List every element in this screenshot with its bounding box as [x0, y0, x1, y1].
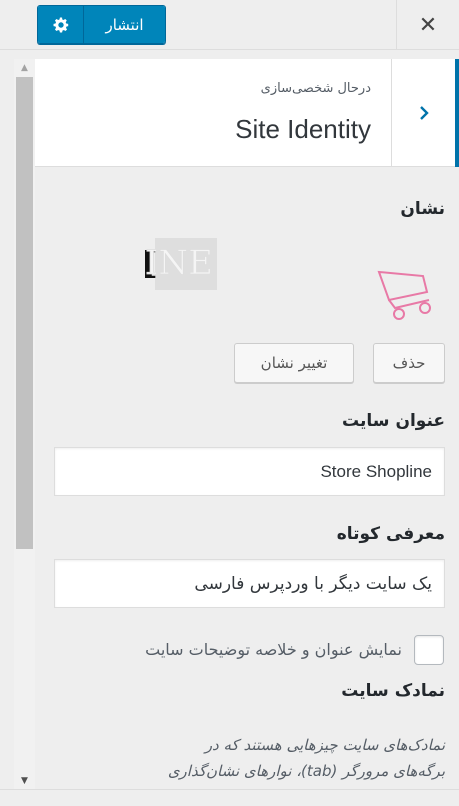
logo-text-opline: OPLINE — [145, 243, 213, 283]
close-icon[interactable]: ✕ — [396, 0, 459, 50]
customizer-panel: ✕ انتشار ▲ ▼ درحال شخصی‌سازی Site Identi… — [0, 0, 459, 806]
change-logo-button[interactable]: تغییر نشان — [234, 343, 354, 383]
logo-label: نشان — [400, 199, 445, 219]
display-header-checkbox[interactable] — [414, 635, 444, 665]
customizer-header: ✕ انتشار — [0, 0, 459, 50]
cart-icon — [377, 270, 431, 320]
publish-button-group: انتشار — [37, 5, 166, 44]
publish-button[interactable]: انتشار — [83, 6, 165, 43]
site-logo-image[interactable]: SH OPLINE — [71, 228, 441, 332]
tagline-value: یک سایت دیگر با وردپرس فارسی — [194, 573, 432, 594]
scrollbar-thumb[interactable] — [16, 77, 33, 549]
tagline-input[interactable]: یک سایت دیگر با وردپرس فارسی — [54, 559, 445, 608]
back-button[interactable] — [391, 59, 459, 167]
tagline-label: معرفی کوتاه — [336, 524, 445, 544]
site-title-value: Store Shopline — [320, 461, 432, 481]
section-title: Site Identity — [235, 114, 371, 144]
site-title-input[interactable]: Store Shopline — [54, 447, 445, 496]
chevron-right-icon — [419, 106, 429, 120]
breadcrumb: درحال شخصی‌سازی — [260, 81, 371, 96]
scroll-up-arrow-icon[interactable]: ▲ — [14, 59, 35, 76]
scrollbar[interactable]: ▲ ▼ — [14, 59, 35, 789]
site-title-label: عنوان سایت — [342, 411, 445, 431]
section-header: درحال شخصی‌سازی Site Identity — [35, 59, 459, 167]
bottom-divider — [0, 789, 459, 790]
site-icon-label: نمادک سایت — [341, 681, 445, 701]
remove-logo-button[interactable]: حذف — [373, 343, 445, 383]
gear-icon[interactable] — [38, 6, 83, 43]
scroll-down-arrow-icon[interactable]: ▼ — [14, 772, 35, 789]
site-icon-description-line1: نمادک‌های سایت چیزهایی هستند که در — [204, 736, 445, 754]
display-header-label[interactable]: نمایش عنوان و خلاصه توضیحات سایت — [145, 640, 402, 659]
site-icon-description-line2: برگه‌های مرورگر (tab)، نوارهای نشان‌گذار… — [167, 762, 445, 780]
